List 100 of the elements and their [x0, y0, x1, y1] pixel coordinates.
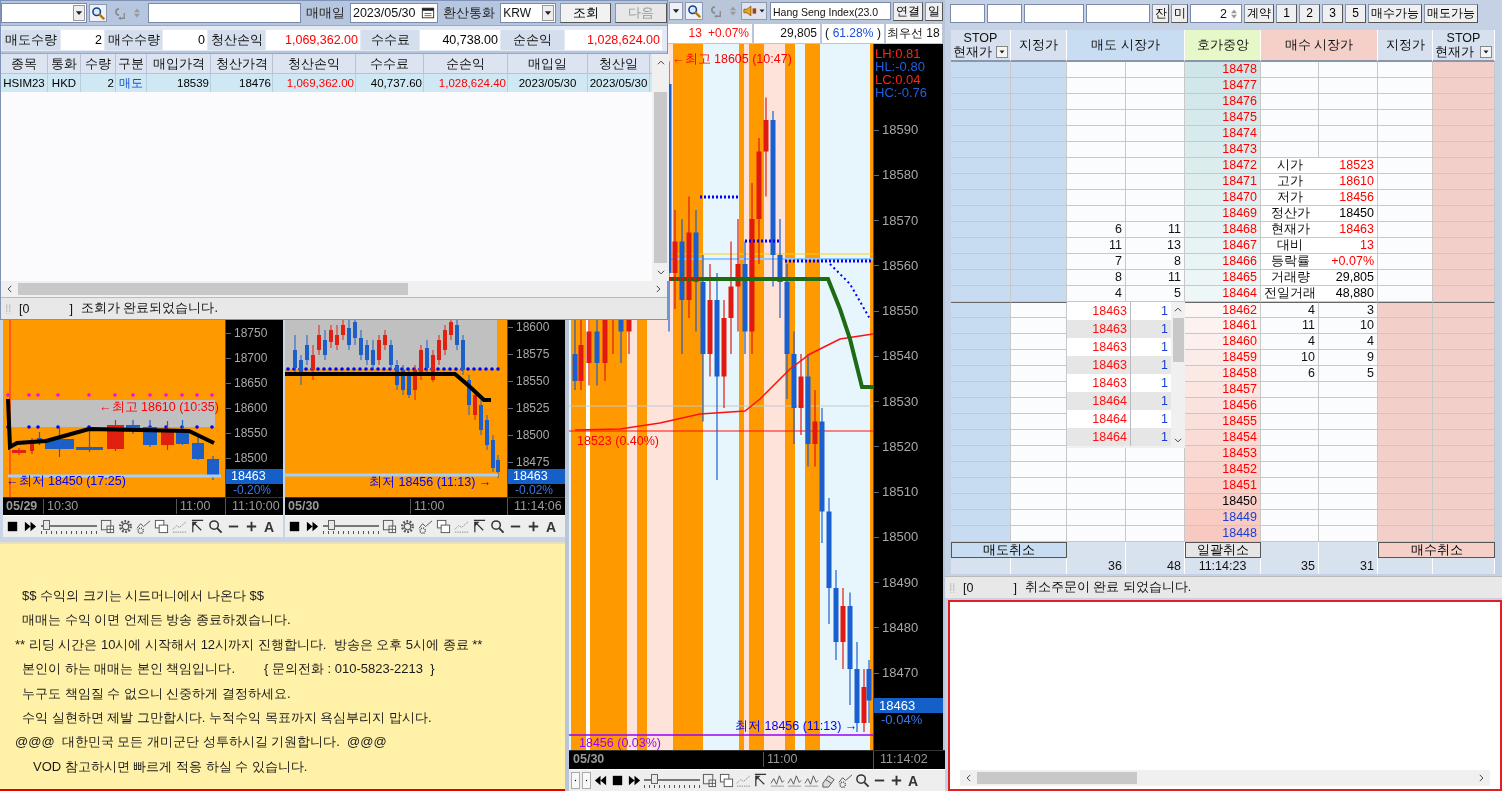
order-cell[interactable]: [1261, 494, 1319, 510]
order-cell[interactable]: [1378, 462, 1433, 478]
price-cell[interactable]: 18465: [1185, 270, 1261, 286]
order-cell[interactable]: [1319, 446, 1378, 462]
order-cell[interactable]: [1261, 478, 1319, 494]
order-cell[interactable]: [1378, 126, 1433, 142]
cancel-button[interactable]: 매수취소: [1378, 542, 1495, 558]
order-cell[interactable]: [1319, 478, 1378, 494]
fast-forward-icon[interactable]: [305, 519, 320, 534]
order-cell[interactable]: [1378, 318, 1433, 334]
order-cell[interactable]: [1378, 494, 1433, 510]
order-cell[interactable]: [1378, 350, 1433, 366]
price-cell[interactable]: 18467: [1185, 238, 1261, 254]
order-cell[interactable]: [1011, 158, 1067, 174]
order-cell[interactable]: [1011, 126, 1067, 142]
windows-icon[interactable]: [719, 773, 734, 788]
column-header[interactable]: 순손익: [424, 54, 508, 74]
calendar-icon[interactable]: [421, 6, 436, 20]
order-cell[interactable]: [1067, 110, 1126, 126]
order-cell[interactable]: [1011, 206, 1067, 222]
order-cell[interactable]: [1378, 78, 1433, 94]
price-cell[interactable]: 18464: [1185, 286, 1261, 302]
windows-icon[interactable]: [154, 519, 169, 534]
order-cell[interactable]: [1433, 382, 1495, 398]
toolbar-button[interactable]: 일: [925, 1, 943, 21]
plus-icon[interactable]: [889, 773, 904, 788]
order-cell[interactable]: [1011, 174, 1067, 190]
column-header[interactable]: 청산가격: [211, 54, 273, 74]
order-cell[interactable]: [951, 302, 1011, 318]
quantity-cell[interactable]: 6: [1067, 222, 1126, 238]
cancel-button[interactable]: 일괄취소: [1185, 542, 1261, 558]
order-price[interactable]: 18463: [1067, 338, 1131, 356]
column-header[interactable]: STOP 현재가: [951, 30, 1011, 62]
order-cell[interactable]: [1011, 414, 1067, 430]
quantity-cell[interactable]: 6: [1261, 366, 1319, 382]
date-field[interactable]: 2023/05/30: [349, 3, 439, 23]
order-cell[interactable]: [1011, 334, 1067, 350]
order-cell[interactable]: [1011, 478, 1067, 494]
plus-icon[interactable]: [526, 519, 541, 534]
font-button[interactable]: A: [906, 772, 921, 789]
order-cell[interactable]: [951, 494, 1011, 510]
order-cell[interactable]: [1433, 62, 1495, 78]
column-header[interactable]: 지정가: [1378, 30, 1433, 62]
order-cell[interactable]: [1319, 126, 1378, 142]
dropdown-button[interactable]: [669, 2, 683, 20]
order-cell[interactable]: [1067, 206, 1126, 222]
quantity-cell[interactable]: 8: [1067, 270, 1126, 286]
order-cell[interactable]: [1378, 478, 1433, 494]
order-cell[interactable]: [1378, 222, 1433, 238]
order-cell[interactable]: [1011, 78, 1067, 94]
order-cell[interactable]: [951, 94, 1011, 110]
order-cell[interactable]: [1433, 110, 1495, 126]
order-cell[interactable]: [951, 238, 1011, 254]
reset-icon[interactable]: [708, 4, 722, 18]
order-cell[interactable]: [951, 430, 1011, 446]
order-cell[interactable]: [1378, 190, 1433, 206]
order-cell[interactable]: [1319, 62, 1378, 78]
order-cell[interactable]: [1067, 158, 1126, 174]
order-cell[interactable]: [1011, 398, 1067, 414]
order-cell[interactable]: [1378, 206, 1433, 222]
window-grid-icon[interactable]: [702, 773, 717, 788]
stop-icon[interactable]: [610, 773, 625, 788]
order-cell[interactable]: [1319, 430, 1378, 446]
quantity-cell[interactable]: 3: [1319, 302, 1378, 318]
dropdown-button[interactable]: [996, 46, 1008, 58]
order-cell[interactable]: [951, 190, 1011, 206]
order-cell[interactable]: [1433, 366, 1495, 382]
order-cell[interactable]: [1433, 190, 1495, 206]
quantity-cell[interactable]: 4: [1261, 334, 1319, 350]
order-price[interactable]: 18464: [1067, 410, 1131, 428]
order-cell[interactable]: [1067, 478, 1126, 494]
order-quantity[interactable]: 1: [1131, 410, 1171, 428]
order-cell[interactable]: [1126, 110, 1185, 126]
input-field[interactable]: [987, 4, 1022, 23]
order-cell[interactable]: [1433, 510, 1495, 526]
order-cell[interactable]: [1378, 142, 1433, 158]
order-cell[interactable]: [1011, 430, 1067, 446]
scroll-up-icon[interactable]: [1173, 305, 1183, 315]
order-cell[interactable]: [1319, 398, 1378, 414]
column-header[interactable]: 통화: [48, 54, 81, 74]
chart-settings-icon[interactable]: [418, 519, 433, 534]
order-cell[interactable]: [1319, 462, 1378, 478]
order-cell[interactable]: [1433, 94, 1495, 110]
unit-button[interactable]: 계약: [1244, 4, 1274, 23]
order-cell[interactable]: [1011, 302, 1067, 318]
dotted-chart-icon[interactable]: [454, 519, 469, 534]
order-cell[interactable]: [951, 398, 1011, 414]
cancel-button[interactable]: 매도취소: [951, 542, 1067, 558]
order-cell[interactable]: [951, 318, 1011, 334]
fast-forward-icon[interactable]: [627, 773, 642, 788]
quantity-cell[interactable]: 9: [1319, 350, 1378, 366]
order-cell[interactable]: [1433, 158, 1495, 174]
toolbar-button[interactable]: 연결: [893, 1, 923, 21]
order-cell[interactable]: [1261, 414, 1319, 430]
order-cell[interactable]: [1261, 62, 1319, 78]
order-quantity[interactable]: 1: [1131, 392, 1171, 410]
order-cell[interactable]: [951, 286, 1011, 302]
quantity-cell[interactable]: 8: [1126, 254, 1185, 270]
order-cell[interactable]: [951, 254, 1011, 270]
line-chart-icon[interactable]: [804, 773, 819, 788]
